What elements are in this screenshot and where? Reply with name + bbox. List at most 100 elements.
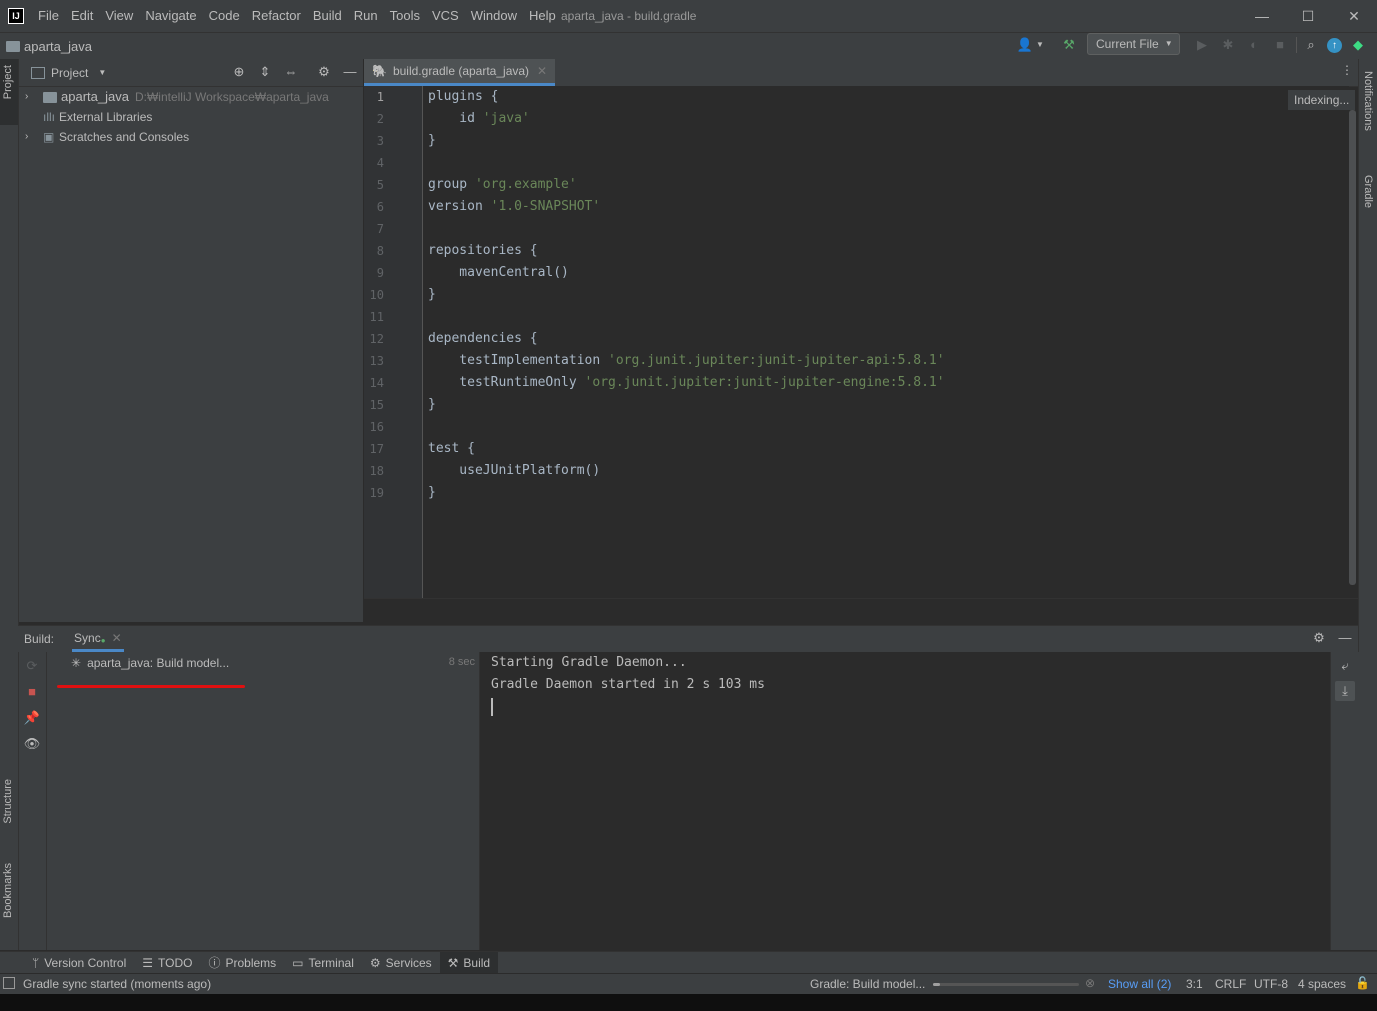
notifications-stripe-tab[interactable]: Notifications (1362, 71, 1374, 131)
gear-icon[interactable]: ⚙ (314, 62, 334, 82)
menu-run[interactable]: Run (348, 0, 384, 32)
eye-icon[interactable]: 👁 (22, 734, 42, 754)
maximize-button[interactable]: ☐ (1285, 0, 1331, 32)
chevron-right-icon[interactable]: › (25, 127, 37, 147)
tool-windows-icon[interactable] (3, 977, 15, 989)
code-text: testImplementation (428, 353, 609, 368)
chevron-down-icon[interactable]: ▼ (1035, 35, 1045, 55)
lock-icon[interactable]: 🔓 (1355, 976, 1370, 990)
menu-navigate[interactable]: Navigate (139, 0, 202, 32)
update-icon[interactable]: ↑ (1327, 37, 1342, 53)
project-view-select[interactable]: Project (51, 66, 88, 80)
breadcrumb[interactable]: aparta_java (6, 36, 92, 56)
show-all-link[interactable]: Show all (2) (1108, 977, 1171, 991)
tab-version-control[interactable]: ᛘ Version Control (24, 952, 134, 974)
caret-position[interactable]: 3:1 (1186, 977, 1203, 991)
indent-setting[interactable]: 4 spaces (1298, 977, 1346, 991)
tree-item-external-libraries[interactable]: ıllı External Libraries (43, 107, 152, 127)
build-tree-item[interactable]: ✳ aparta_java: Build model... (71, 652, 229, 674)
code-text: group (428, 177, 475, 192)
menu-window[interactable]: Window (465, 0, 523, 32)
hide-icon[interactable]: — (340, 62, 360, 82)
line-number: 19 (369, 486, 384, 500)
menu-help[interactable]: Help (523, 0, 562, 32)
debug-icon[interactable]: ✱ (1218, 35, 1238, 55)
expand-all-icon[interactable]: ⇕ (255, 62, 275, 82)
close-tab-icon[interactable]: ✕ (537, 58, 547, 85)
breadcrumb-project[interactable]: aparta_java (24, 39, 92, 54)
pin-icon[interactable]: 📌 (22, 708, 42, 728)
line-number: 1 (376, 90, 384, 104)
chevron-down-icon[interactable]: ▼ (98, 68, 106, 77)
menu-tools[interactable]: Tools (384, 0, 426, 32)
scroll-to-end-icon[interactable]: ⤓ (1335, 681, 1355, 701)
search-icon[interactable]: ⌕ (1301, 35, 1321, 55)
project-panel-header: Project ▼ ⊕ ⇕ ⇔ ⚙ — (19, 59, 363, 87)
editor-tab-label: build.gradle (aparta_java) (392, 63, 530, 78)
soft-wrap-icon[interactable]: ⤶ (1335, 656, 1355, 676)
tab-terminal[interactable]: ▭ Terminal (284, 952, 362, 974)
menu-file[interactable]: File (32, 0, 65, 32)
coverage-icon[interactable]: ◐ (1244, 35, 1264, 55)
code-line: } (428, 130, 1349, 152)
tab-sync[interactable]: Sync ● ✕ (72, 626, 124, 652)
tree-item-scratches[interactable]: › ▣ Scratches and Consoles (25, 127, 189, 147)
menu-view[interactable]: View (99, 0, 139, 32)
structure-stripe-tab[interactable]: Structure (2, 779, 14, 824)
line-number: 7 (376, 222, 384, 236)
menu-code[interactable]: Code (203, 0, 246, 32)
line-separator[interactable]: CRLF (1215, 977, 1246, 991)
console-side-toolbar: ⤶ ⤓ (1330, 652, 1359, 950)
tree-item-project-root[interactable]: › aparta_java D:₩intelliJ Workspace₩apar… (25, 87, 329, 107)
intellij-logo-icon[interactable]: IJ (8, 8, 24, 24)
code-editor[interactable]: plugins { id 'java'} group 'org.example' v… (423, 86, 1349, 598)
stop-icon[interactable]: ■ (22, 682, 42, 702)
line-number: 6 (376, 200, 384, 214)
menu-vcs[interactable]: VCS (426, 0, 465, 32)
refresh-icon[interactable]: ⟳ (22, 656, 42, 676)
build-hammer-icon[interactable]: ⚒ (1059, 35, 1079, 55)
editor-scrollbar[interactable] (1349, 110, 1356, 585)
cancel-task-icon[interactable]: ⊗ (1085, 976, 1095, 990)
minimize-button[interactable]: — (1239, 0, 1285, 32)
close-tab-icon[interactable]: ✕ (112, 631, 122, 645)
run-icon[interactable]: ▶ (1192, 35, 1212, 55)
chevron-down-icon: ▼ (1164, 39, 1173, 48)
editor-tab-build-gradle[interactable]: 🐘 build.gradle (aparta_java) ✕ (364, 58, 556, 86)
menu-refactor[interactable]: Refactor (246, 0, 307, 32)
hide-icon[interactable]: — (1335, 628, 1355, 648)
locate-icon[interactable]: ⊕ (229, 62, 249, 82)
project-stripe-tab[interactable]: Project (0, 59, 18, 125)
file-encoding[interactable]: UTF-8 (1254, 977, 1288, 991)
gear-icon[interactable]: ⚙ (1309, 628, 1329, 648)
chevron-right-icon[interactable]: › (25, 87, 37, 107)
build-console[interactable]: Starting Gradle Daemon... Gradle Daemon … (480, 652, 1330, 950)
collapse-all-icon[interactable]: ⇔ (281, 62, 301, 82)
code-text: test { (428, 441, 475, 456)
gradle-stripe-tab[interactable]: Gradle (1362, 175, 1374, 208)
run-configuration-select[interactable]: Current File ▼ (1087, 33, 1180, 55)
jetbrains-toolbox-icon[interactable]: ◆ (1348, 35, 1368, 55)
code-text: plugins { (428, 89, 499, 104)
more-options-icon[interactable]: ⋮ (1341, 63, 1353, 77)
right-tool-stripe: Notifications Gradle (1358, 59, 1377, 950)
bookmarks-stripe-tab[interactable]: Bookmarks (2, 863, 14, 918)
build-label: Build: (24, 632, 55, 646)
menu-build[interactable]: Build (307, 0, 348, 32)
line-number: 10 (369, 288, 384, 302)
tab-services[interactable]: ⚙ Services (362, 952, 440, 974)
background-task-label[interactable]: Gradle: Build model... (810, 977, 925, 991)
user-icon[interactable]: 👤 (1015, 35, 1035, 55)
code-text: } (428, 485, 436, 500)
tab-build[interactable]: ⚒ Build (439, 952, 499, 974)
code-string: 'java' (482, 111, 530, 126)
tab-todo[interactable]: ☰ TODO (134, 952, 200, 974)
menu-edit[interactable]: Edit (65, 0, 99, 32)
status-message[interactable]: Gradle sync started (moments ago) (23, 977, 211, 991)
tab-problems[interactable]: ⓘ Problems (200, 952, 284, 974)
stop-icon[interactable]: ■ (1270, 35, 1290, 55)
divider (1296, 37, 1297, 53)
close-button[interactable]: ✕ (1331, 0, 1377, 32)
